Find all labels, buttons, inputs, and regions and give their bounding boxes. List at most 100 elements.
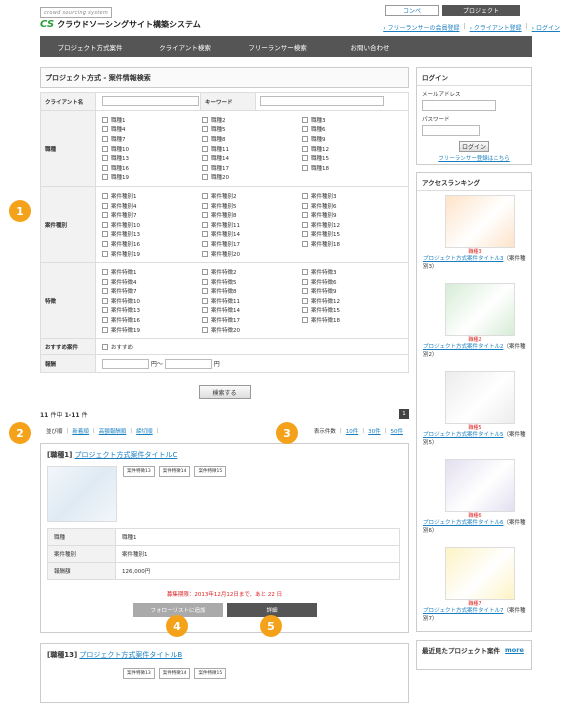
checkbox-option[interactable]: 案件特徴5 [202, 277, 302, 287]
ranking-title-link[interactable]: プロジェクト方式案件タイトル6 [423, 520, 504, 526]
ranking-thumbnail[interactable] [445, 459, 515, 512]
checkbox-option[interactable]: 案件種別15 [302, 230, 402, 240]
checkbox-option[interactable]: 案件特徴6 [302, 277, 402, 287]
search-button[interactable]: 検索する [198, 385, 251, 400]
project-button[interactable]: プロジェクト [442, 5, 520, 16]
checkbox-option[interactable]: 職種6 [302, 125, 402, 135]
checkbox-option[interactable]: 職種15 [302, 153, 402, 163]
perpage-30[interactable]: 30件 [368, 427, 381, 435]
nav-client-search[interactable]: クライアント検索 [140, 42, 230, 52]
checkbox-option[interactable]: 職種12 [302, 144, 402, 154]
checkbox-option[interactable]: 案件特徴16 [102, 315, 202, 325]
client-input[interactable] [102, 95, 199, 106]
checkbox-option[interactable]: 案件種別18 [302, 239, 402, 249]
checkbox-option[interactable]: 案件特徴9 [302, 287, 402, 297]
perpage-50[interactable]: 50件 [391, 427, 404, 435]
checkbox-option[interactable]: 案件特徴14 [202, 306, 302, 316]
freelancer-register-link[interactable]: フリーランサー登録はこちら [422, 154, 526, 162]
sort-reward[interactable]: 高額報酬順 [99, 427, 127, 435]
perpage-10[interactable]: 10件 [346, 427, 359, 435]
checkbox-option[interactable]: 案件種別1 [102, 191, 202, 201]
ranking-thumbnail[interactable] [445, 371, 515, 424]
checkbox-option[interactable]: 案件種別14 [202, 230, 302, 240]
reward-from-input[interactable] [102, 359, 149, 370]
checkbox-option[interactable]: 案件種別12 [302, 220, 402, 230]
checkbox-option[interactable]: 職種9 [302, 134, 402, 144]
ranking-thumbnail[interactable] [445, 195, 515, 248]
checkbox-option[interactable]: 職種16 [102, 163, 202, 173]
checkbox-option[interactable]: 案件種別8 [202, 210, 302, 220]
checkbox-option[interactable]: 職種10 [102, 144, 202, 154]
checkbox-option[interactable]: 案件種別3 [302, 191, 402, 201]
checkbox-option[interactable]: 案件特徴15 [302, 306, 402, 316]
ranking-thumbnail[interactable] [445, 283, 515, 336]
nav-contact[interactable]: お問い合わせ [325, 42, 415, 52]
checkbox-option[interactable]: 職種3 [302, 115, 402, 125]
ranking-title-link[interactable]: プロジェクト方式案件タイトル3 [423, 256, 504, 262]
nav-project[interactable]: プロジェクト方式案件 [40, 42, 140, 52]
checkbox-option[interactable]: 職種7 [102, 134, 202, 144]
login-button[interactable]: ログイン [459, 141, 489, 152]
checkbox-option[interactable]: 案件種別10 [102, 220, 202, 230]
checkbox-option[interactable]: 案件種別9 [302, 210, 402, 220]
checkbox-option[interactable]: 職種4 [102, 125, 202, 135]
checkbox-option[interactable]: 案件種別6 [302, 201, 402, 211]
checkbox-option[interactable]: 案件特徴19 [102, 325, 202, 335]
sort-newest[interactable]: 新着順 [72, 427, 89, 435]
checkbox-option[interactable]: 職種13 [102, 153, 202, 163]
checkbox-option[interactable]: 職種19 [102, 173, 202, 183]
ranking-title-link[interactable]: プロジェクト方式案件タイトル5 [423, 432, 504, 438]
login-link[interactable]: ログイン [532, 23, 560, 32]
checkbox-option[interactable]: 案件特徴17 [202, 315, 302, 325]
checkbox-option[interactable]: 案件特徴3 [302, 267, 402, 277]
checkbox-option[interactable]: 案件特徴1 [102, 267, 202, 277]
email-input[interactable] [422, 100, 496, 111]
page-1[interactable]: 1 [399, 409, 409, 420]
checkbox-option[interactable]: 職種5 [202, 125, 302, 135]
checkbox-option[interactable]: 職種18 [302, 163, 402, 173]
nav-freelancer-search[interactable]: フリーランサー検索 [230, 42, 325, 52]
checkbox-option[interactable]: 案件特徴8 [202, 287, 302, 297]
checkbox-option[interactable]: 職種20 [202, 173, 302, 183]
checkbox-option[interactable]: 案件種別11 [202, 220, 302, 230]
checkbox-option[interactable]: 案件種別4 [102, 201, 202, 211]
checkbox-option[interactable]: 案件特徴18 [302, 315, 402, 325]
checkbox-option[interactable]: 職種14 [202, 153, 302, 163]
checkbox-option[interactable]: 案件特徴11 [202, 296, 302, 306]
checkbox-option[interactable]: 案件種別7 [102, 210, 202, 220]
checkbox-option[interactable]: 案件種別13 [102, 230, 202, 240]
recommend-checkbox[interactable]: おすすめ [102, 342, 408, 352]
card-title-link[interactable]: プロジェクト方式案件タイトルB [79, 651, 182, 659]
checkbox-option[interactable]: 案件特徴10 [102, 296, 202, 306]
checkbox-option[interactable]: 職種8 [202, 134, 302, 144]
checkbox-option[interactable]: 案件特徴20 [202, 325, 302, 335]
checkbox-option[interactable]: 職種1 [102, 115, 202, 125]
checkbox-option[interactable]: 案件特徴2 [202, 267, 302, 277]
checkbox-option[interactable]: 案件種別20 [202, 249, 302, 259]
checkbox-option[interactable]: 案件種別17 [202, 239, 302, 249]
ranking-title-link[interactable]: プロジェクト方式案件タイトル2 [423, 344, 504, 350]
checkbox-option[interactable]: 案件種別5 [202, 201, 302, 211]
ranking-thumbnail[interactable] [445, 547, 515, 600]
reward-to-input[interactable] [164, 359, 212, 370]
checkbox-option[interactable]: 職種11 [202, 144, 302, 154]
ranking-title-link[interactable]: プロジェクト方式案件タイトル7 [423, 608, 504, 614]
checkbox-option[interactable]: 案件種別19 [102, 249, 202, 259]
card-title-link[interactable]: プロジェクト方式案件タイトルC [75, 451, 178, 459]
checkbox-option[interactable]: 職種2 [202, 115, 302, 125]
password-input[interactable] [422, 125, 480, 136]
checkbox-option[interactable]: 案件特徴12 [302, 296, 402, 306]
client-register-link[interactable]: クライアント登録 [470, 23, 522, 32]
checkbox-option[interactable]: 案件特徴13 [102, 306, 202, 316]
checkbox-option[interactable]: 案件種別2 [202, 191, 302, 201]
checkbox-option[interactable]: 職種17 [202, 163, 302, 173]
site-logo[interactable]: crowd sourcing system CS クラウドソーシングサイト構築シ… [40, 7, 201, 30]
sort-deadline[interactable]: 締切順 [136, 427, 153, 435]
recent-more-link[interactable]: more [505, 646, 524, 654]
checkbox-option[interactable]: 案件特徴4 [102, 277, 202, 287]
compe-button[interactable]: コンペ [385, 5, 439, 16]
checkbox-option[interactable]: 案件特徴7 [102, 287, 202, 297]
keyword-input[interactable] [260, 95, 384, 106]
checkbox-option[interactable]: 案件種別16 [102, 239, 202, 249]
freelancer-register-link[interactable]: フリーランサーの会員登録 [383, 23, 460, 32]
